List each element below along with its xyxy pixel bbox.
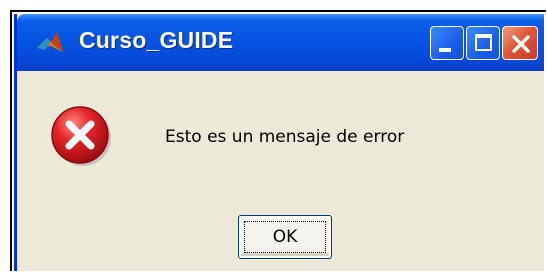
title-bar[interactable]: Curso_GUIDE [17,14,544,71]
error-icon [51,106,111,166]
close-icon [512,35,530,53]
dialog-window: Curso_GUIDE Esto es un mensaje de error [14,14,544,271]
close-button[interactable] [502,26,538,60]
window-title: Curso_GUIDE [79,27,234,53]
ok-button[interactable]: OK [238,215,332,259]
minimize-button[interactable] [430,26,464,60]
minimize-icon [439,48,451,52]
error-message: Esto es un mensaje de error [165,127,405,147]
matlab-icon [37,32,63,52]
maximize-icon [475,34,492,51]
maximize-button[interactable] [466,26,500,60]
focus-rectangle [244,221,326,253]
